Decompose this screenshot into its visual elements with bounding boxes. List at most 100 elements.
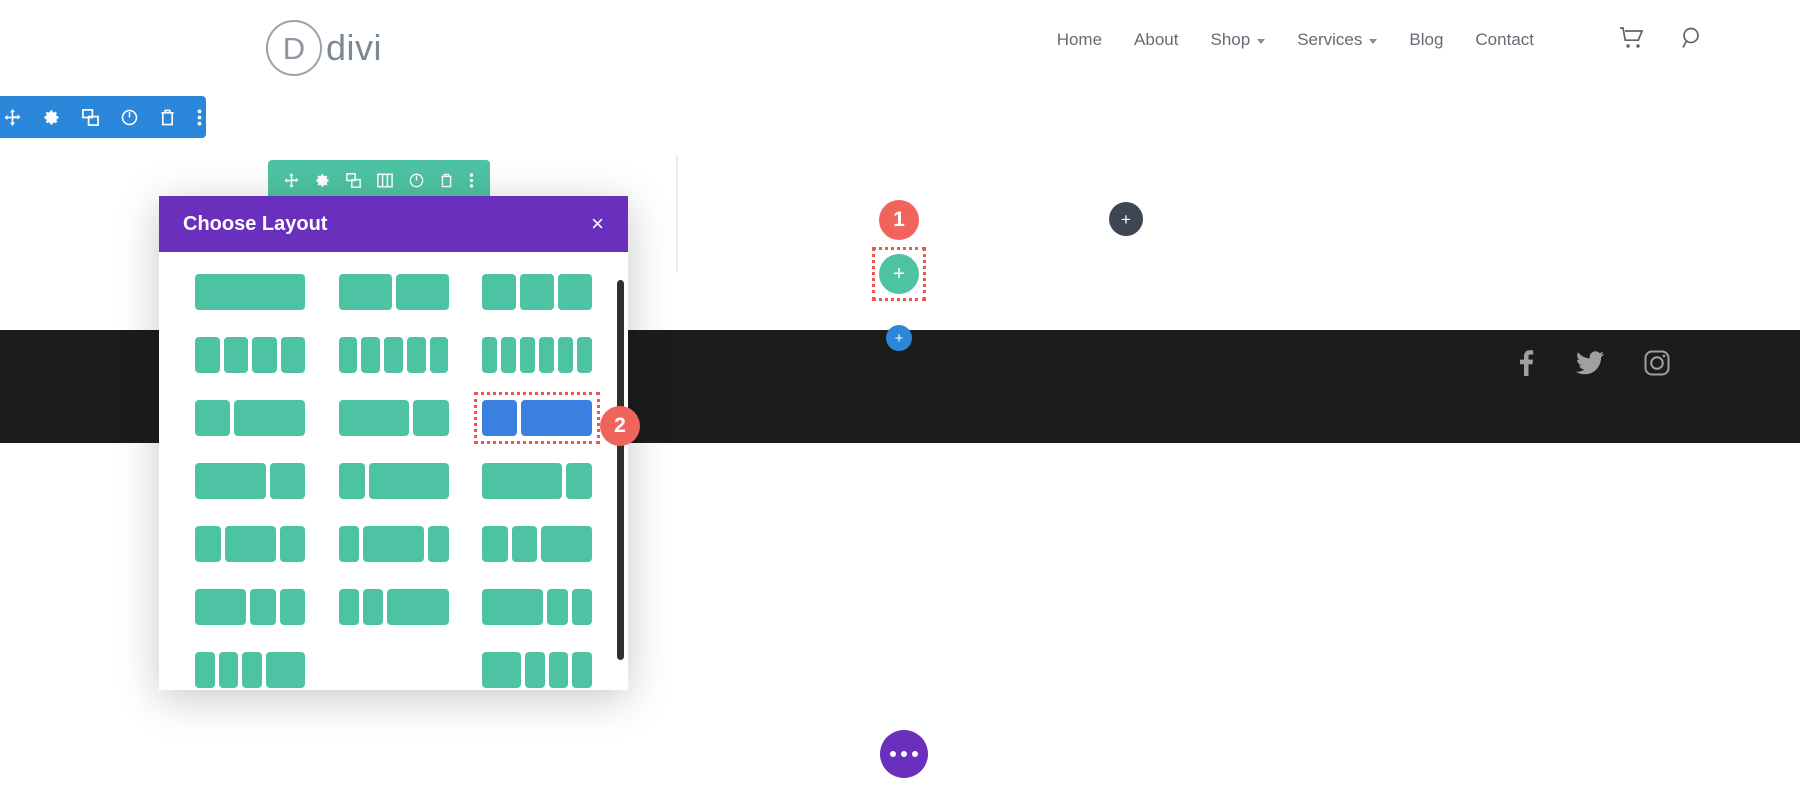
layout-column <box>252 337 277 373</box>
layout-column <box>520 274 554 310</box>
layout-column <box>338 589 359 625</box>
power-icon[interactable] <box>409 173 424 188</box>
layout-option-one-fifth-one-fifth-three-fifths[interactable] <box>338 589 449 625</box>
layout-option-one-third-two-thirds-selected[interactable] <box>474 392 600 444</box>
move-icon[interactable] <box>4 108 21 126</box>
layout-column <box>218 652 239 688</box>
layout-column <box>429 337 449 373</box>
nav-label: About <box>1134 30 1179 49</box>
layout-column <box>195 274 305 310</box>
layout-column <box>195 337 220 373</box>
section-toolbar[interactable] <box>0 96 206 138</box>
layout-option-one-fourth-one-half-one-fourth[interactable] <box>195 526 305 562</box>
nav-label: Shop <box>1210 30 1251 49</box>
column-layout-icon[interactable] <box>377 173 393 188</box>
layout-column <box>539 337 554 373</box>
layout-column <box>406 337 426 373</box>
layout-option-three-fourths-one-fourth[interactable] <box>482 463 592 499</box>
power-icon[interactable] <box>121 109 138 126</box>
gear-icon[interactable] <box>315 173 330 188</box>
chevron-down-icon <box>1369 39 1378 44</box>
instagram-icon[interactable] <box>1644 350 1670 381</box>
row-toolbar[interactable] <box>268 160 490 200</box>
facebook-icon[interactable] <box>1514 350 1536 381</box>
layout-column <box>547 589 568 625</box>
close-icon[interactable]: × <box>591 213 604 235</box>
gear-icon[interactable] <box>43 109 60 126</box>
layout-column <box>338 526 359 562</box>
layout-column <box>577 337 592 373</box>
layout-column <box>571 589 593 625</box>
layout-options-row <box>195 337 592 373</box>
layout-column <box>279 526 305 562</box>
layout-column <box>195 526 221 562</box>
dot-icon <box>912 751 918 757</box>
nav-item-services[interactable]: Services <box>1281 30 1393 50</box>
layout-option-full-width[interactable] <box>195 274 305 310</box>
layout-column <box>338 274 392 310</box>
layout-option-one-fifth-x5[interactable] <box>338 337 449 373</box>
cart-icon[interactable] <box>1619 26 1645 55</box>
layout-options-grid <box>159 274 628 688</box>
layout-column <box>279 589 305 625</box>
twitter-icon[interactable] <box>1576 351 1604 380</box>
builder-menu-fab[interactable] <box>880 730 928 778</box>
site-logo[interactable]: D divi <box>266 20 382 76</box>
layout-option-one-third-x3[interactable] <box>482 274 592 310</box>
site-header: D divi Home About Shop Services Blog Con <box>0 0 1800 92</box>
layout-option-one-fifth-three-fifths-one-fifth[interactable] <box>338 526 449 562</box>
layout-option-one-fourth-three-fourths[interactable] <box>338 463 449 499</box>
layout-column <box>361 337 381 373</box>
layout-option-two-fifths-one-fifth-x3[interactable] <box>482 652 592 688</box>
duplicate-icon[interactable] <box>82 108 99 126</box>
nav-item-contact[interactable]: Contact <box>1459 30 1550 50</box>
layout-column <box>482 589 544 625</box>
plus-icon: + <box>1121 209 1131 229</box>
add-row-button[interactable]: + <box>879 254 919 294</box>
logo-text: divi <box>326 27 383 68</box>
more-options-icon[interactable] <box>197 108 202 126</box>
layout-option-three-fifths-one-fifth-one-fifth[interactable] <box>482 589 593 625</box>
annotation-badge-1: 1 <box>879 200 919 240</box>
more-options-icon[interactable] <box>469 172 474 188</box>
nav-item-about[interactable]: About <box>1118 30 1194 50</box>
layout-column <box>369 463 449 499</box>
add-module-button[interactable]: + <box>1109 202 1143 236</box>
layout-options-row <box>195 463 592 499</box>
layout-options-row <box>195 526 592 562</box>
layout-column <box>195 400 231 436</box>
layout-column <box>338 400 410 436</box>
layout-column <box>338 463 365 499</box>
search-icon[interactable] <box>1681 26 1705 55</box>
modal-scrollbar[interactable] <box>617 280 624 660</box>
layout-column <box>223 337 248 373</box>
trash-icon[interactable] <box>440 173 453 188</box>
nav-item-home[interactable]: Home <box>1041 30 1118 50</box>
chevron-down-icon <box>1257 39 1266 44</box>
layout-column <box>482 337 497 373</box>
add-section-button[interactable]: + <box>886 325 912 351</box>
layout-column <box>338 337 358 373</box>
nav-item-shop[interactable]: Shop <box>1194 30 1281 50</box>
move-icon[interactable] <box>284 172 299 188</box>
layout-option-one-sixth-x6[interactable] <box>482 337 592 373</box>
layout-option-two-thirds-one-third[interactable] <box>338 400 449 436</box>
plus-icon: + <box>894 329 904 347</box>
layout-option-one-fourth-one-fourth-one-half[interactable] <box>482 526 592 562</box>
layout-option-one-half-one-half[interactable] <box>338 274 449 310</box>
layout-option-one-fifth-x3-two-fifths[interactable] <box>195 652 305 688</box>
layout-column <box>413 400 449 436</box>
layout-option-one-fourth-x4[interactable] <box>195 337 305 373</box>
modal-body <box>159 252 628 690</box>
layout-option-two-thirds-one-third-b[interactable] <box>195 463 305 499</box>
layout-option-one-third-two-thirds[interactable] <box>195 400 305 436</box>
layout-column <box>558 274 592 310</box>
layout-option-one-half-one-fourth-one-fourth[interactable] <box>195 589 305 625</box>
layout-column <box>482 400 518 436</box>
duplicate-icon[interactable] <box>346 172 361 188</box>
trash-icon[interactable] <box>160 109 175 126</box>
layout-column <box>482 526 508 562</box>
nav-item-blog[interactable]: Blog <box>1393 30 1459 50</box>
layout-options-row <box>195 274 592 310</box>
layout-column <box>195 463 266 499</box>
